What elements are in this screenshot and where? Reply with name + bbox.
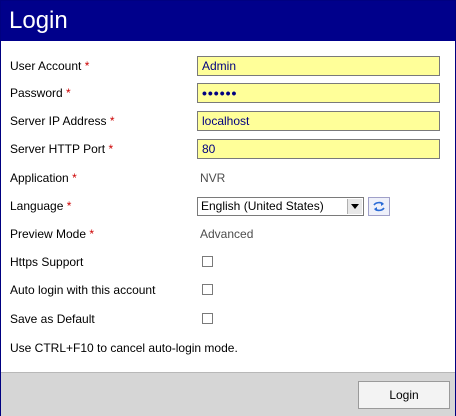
user-account-input[interactable] xyxy=(197,56,440,76)
server-ip-label: Server IP Address * xyxy=(10,114,115,128)
server-port-input[interactable] xyxy=(197,139,440,159)
refresh-icon[interactable] xyxy=(368,197,390,216)
required-marker: * xyxy=(109,114,115,128)
auto-login-row: Auto login with this account xyxy=(1,277,455,303)
language-selected-value: English (United States) xyxy=(201,199,324,213)
password-input[interactable] xyxy=(197,83,440,103)
password-row: Password * xyxy=(1,80,455,106)
language-select[interactable]: English (United States) xyxy=(197,197,364,216)
application-value: NVR xyxy=(200,171,226,185)
server-port-label: Server HTTP Port * xyxy=(10,142,114,156)
required-marker: * xyxy=(72,171,77,185)
server-ip-row: Server IP Address * xyxy=(1,108,455,134)
login-dialog: Login User Account * Password * Server I… xyxy=(0,0,456,416)
https-support-label: Https Support xyxy=(10,255,84,269)
preview-mode-row: Preview Mode * Advanced xyxy=(1,221,455,247)
dialog-footer: Login xyxy=(1,372,455,416)
auto-login-note: Use CTRL+F10 to cancel auto-login mode. xyxy=(10,341,238,355)
https-support-checkbox[interactable] xyxy=(202,256,213,267)
required-marker: * xyxy=(66,86,71,100)
preview-mode-value: Advanced xyxy=(200,227,254,241)
user-account-row: User Account * xyxy=(1,53,455,79)
save-default-row: Save as Default xyxy=(1,306,455,332)
https-support-row: Https Support xyxy=(1,249,455,275)
dialog-title: Login xyxy=(1,1,455,41)
save-default-label: Save as Default xyxy=(10,312,95,326)
application-row: Application * NVR xyxy=(1,165,455,191)
language-row: Language * English (United States) xyxy=(1,193,455,219)
save-default-checkbox[interactable] xyxy=(202,313,213,324)
dropdown-arrow-icon[interactable] xyxy=(347,199,362,214)
password-label: Password * xyxy=(10,86,71,100)
user-account-label: User Account * xyxy=(10,59,90,73)
language-label: Language * xyxy=(10,199,72,213)
server-ip-input[interactable] xyxy=(197,111,440,131)
preview-mode-label: Preview Mode * xyxy=(10,227,95,241)
required-marker: * xyxy=(84,59,90,73)
required-marker: * xyxy=(89,227,95,241)
auto-login-checkbox[interactable] xyxy=(202,284,213,295)
required-marker: * xyxy=(108,142,114,156)
auto-login-label: Auto login with this account xyxy=(10,283,156,297)
server-port-row: Server HTTP Port * xyxy=(1,136,455,162)
application-label: Application * xyxy=(10,171,77,185)
login-button[interactable]: Login xyxy=(358,381,450,409)
required-marker: * xyxy=(66,199,72,213)
